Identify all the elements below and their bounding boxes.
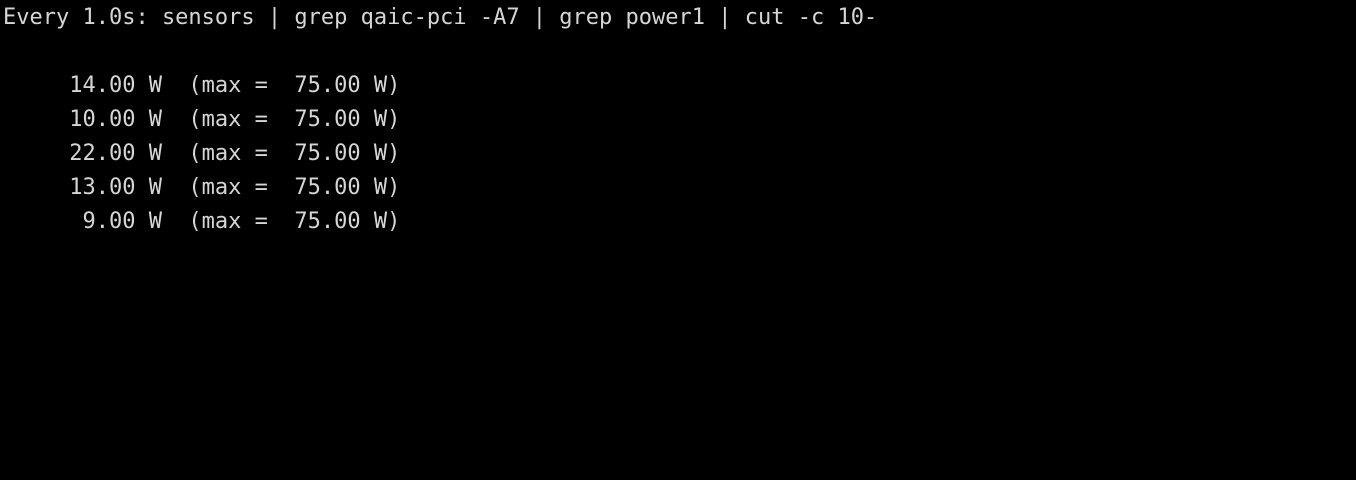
power-reading-line: 22.00 W (max = 75.00 W)	[3, 141, 401, 166]
watch-command-header: Every 1.0s: sensors | grep qaic-pci -A7 …	[3, 5, 878, 30]
power-reading-line: 13.00 W (max = 75.00 W)	[3, 175, 401, 200]
power-reading-line: 9.00 W (max = 75.00 W)	[3, 209, 401, 234]
power-reading-line: 10.00 W (max = 75.00 W)	[3, 107, 401, 132]
power-reading-line: 14.00 W (max = 75.00 W)	[3, 73, 401, 98]
terminal-window[interactable]: Every 1.0s: sensors | grep qaic-pci -A7 …	[0, 0, 1356, 480]
